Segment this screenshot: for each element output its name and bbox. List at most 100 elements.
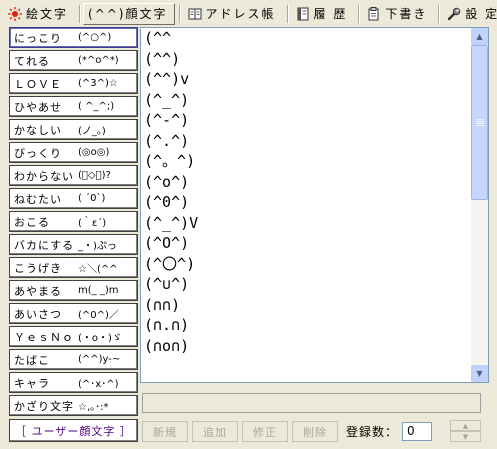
tab-label: 下書き — [385, 7, 428, 21]
category-face: (^3^)☆ — [78, 78, 118, 89]
category-button[interactable]: ねむたい ( ´0`) — [9, 188, 138, 209]
tab-address-book[interactable]: アドレス帳 — [183, 3, 283, 25]
category-face: ☆,｡･:* — [78, 402, 109, 413]
delete-button[interactable]: 削除 — [292, 421, 338, 442]
new-button[interactable]: 新規 — [142, 421, 188, 442]
scroll-grip — [476, 123, 484, 124]
list-item[interactable]: (^^ — [141, 28, 471, 49]
list-item[interactable]: (^-^) — [141, 110, 471, 131]
category-face: (^･x･^) — [78, 379, 119, 390]
category-button[interactable]: にっこり (^○^) — [9, 27, 138, 48]
tab-label: 設 定 — [465, 7, 497, 21]
category-button[interactable]: バカにする _・)ぷっ — [9, 234, 138, 255]
add-button[interactable]: 追加 — [192, 421, 238, 442]
chevron-up-icon: ▲ — [476, 32, 483, 41]
spin-up-button[interactable]: ▲ — [450, 420, 481, 431]
tab-separator — [286, 4, 289, 23]
sun-icon — [8, 6, 22, 21]
category-name: バカにする — [14, 238, 75, 252]
category-button[interactable]: かざり文字 ☆,｡･:* — [9, 395, 138, 416]
draft-icon — [367, 6, 381, 21]
category-button[interactable]: おこる (｀ε´) — [9, 211, 138, 232]
chevron-up-icon: ▲ — [462, 421, 469, 430]
scroll-up-button[interactable]: ▲ — [471, 28, 488, 45]
list-item[interactable]: (^_^)V — [141, 213, 471, 234]
category-name: キャラ — [14, 376, 50, 390]
category-button[interactable]: ＬＯＶＥ (^3^)☆ — [9, 73, 138, 94]
list-item[interactable]: (^〇^) — [141, 254, 471, 275]
category-face: (^^)y-~ — [78, 354, 121, 365]
emoticon-list: (^^ (^^) (^^)v (^_^) (^-^) (^.^) (^。^) (^o^) (^0… — [141, 28, 471, 382]
category-name: こうげき — [14, 261, 62, 275]
emoticon-listbox[interactable]: (^^ (^^) (^^)v (^_^) (^-^) (^.^) (^。^) (^o^) (^0… — [140, 27, 489, 383]
category-button[interactable]: かなしい (ノ_。) — [9, 119, 138, 140]
category-button[interactable]: てれる (*^o^*) — [9, 50, 138, 71]
tab-history[interactable]: 履 歴 — [291, 3, 355, 25]
list-item[interactable]: (^0^) — [141, 192, 471, 213]
list-item[interactable]: (^。^) — [141, 151, 471, 172]
category-button[interactable]: ＹｅｓＮｏ (・o・)ゞ — [9, 326, 138, 347]
category-button[interactable]: あいさつ (^0^)／ — [9, 303, 138, 324]
scroll-grip — [476, 121, 484, 122]
category-name: びっくり — [14, 146, 62, 160]
list-item[interactable]: (∩∩) — [141, 295, 471, 316]
tab-separator — [358, 4, 361, 23]
category-face: (｀ε´) — [78, 218, 107, 229]
category-face: ( ^_^;) — [78, 101, 115, 112]
list-item[interactable]: (^O^) — [141, 233, 471, 254]
category-face: ☆＼(^^ — [78, 264, 118, 275]
category-face: ( ´0`) — [78, 193, 106, 204]
tab-pictograms[interactable]: 絵文字 — [3, 3, 75, 25]
list-item[interactable]: (^^) — [141, 49, 471, 70]
tab-label: 絵文字 — [26, 7, 69, 21]
tab-drafts[interactable]: 下書き — [362, 3, 434, 25]
count-label: 登録数： — [346, 425, 399, 439]
category-face: (・o・)ゞ — [78, 333, 122, 344]
category-face: (◎o◎) — [78, 147, 110, 158]
scroll-down-button[interactable]: ▼ — [471, 365, 488, 382]
category-face: (^0^)／ — [78, 310, 119, 321]
category-list: にっこり (^○^) てれる (*^o^*) ＬＯＶＥ (^3^)☆ ひやあせ ( ^_^;)… — [9, 27, 138, 442]
category-button[interactable]: わからない (゚◇゚)? — [9, 165, 138, 186]
list-item[interactable]: (^o^) — [141, 172, 471, 193]
category-name: わからない — [14, 169, 74, 183]
category-name: あいさつ — [14, 307, 62, 321]
category-face: (ノ_。) — [78, 126, 106, 137]
scroll-grip — [476, 125, 484, 126]
tab-label: 履 歴 — [313, 7, 348, 21]
tab-separator — [438, 4, 441, 23]
category-name: ＹｅｓＮｏ — [14, 330, 74, 344]
tab-settings[interactable]: 設 定 — [442, 3, 497, 25]
spin-control[interactable]: ▲ ▼ — [450, 420, 481, 443]
list-item[interactable]: (^^)v — [141, 69, 471, 90]
category-button[interactable]: キャラ (^･x･^) — [9, 372, 138, 393]
tab-label: アドレス帳 — [205, 7, 276, 21]
edit-button[interactable]: 修正 — [242, 421, 288, 442]
scroll-grip — [476, 119, 484, 120]
category-button[interactable]: びっくり (◎o◎) — [9, 142, 138, 163]
list-item[interactable]: (^∪^) — [141, 274, 471, 295]
list-item[interactable]: (^.^) — [141, 131, 471, 152]
category-name: たばこ — [14, 353, 50, 367]
category-face: m(_ _)m — [78, 285, 119, 296]
list-item[interactable]: (∩.∩) — [141, 315, 471, 336]
vertical-scrollbar[interactable]: ▲ ▼ — [471, 28, 488, 382]
tab-emoticons[interactable]: (^^)顔文字 — [83, 2, 175, 25]
category-face: (゚◇゚)? — [78, 170, 111, 181]
chevron-down-icon: ▼ — [476, 369, 483, 378]
category-button[interactable]: こうげき ☆＼(^^ — [9, 257, 138, 278]
category-button[interactable]: たばこ (^^)y-~ — [9, 349, 138, 370]
list-item[interactable]: (∩o∩) — [141, 336, 471, 357]
user-emoticon-button[interactable]: ［ ユーザー顔文字 ］ — [9, 419, 138, 442]
emoticon-input[interactable] — [142, 393, 481, 413]
tab-separator — [79, 4, 82, 23]
category-button[interactable]: ひやあせ ( ^_^;) — [9, 96, 138, 117]
category-face: _・)ぷっ — [78, 241, 117, 252]
scroll-thumb[interactable] — [471, 45, 488, 200]
action-bar: 新規 追加 修正 削除 登録数： 0 — [142, 421, 433, 442]
category-name: あやまる — [14, 284, 62, 298]
category-name: おこる — [14, 215, 50, 229]
spin-down-button[interactable]: ▼ — [450, 431, 481, 442]
list-item[interactable]: (^_^) — [141, 90, 471, 111]
category-button[interactable]: あやまる m(_ _)m — [9, 280, 138, 301]
